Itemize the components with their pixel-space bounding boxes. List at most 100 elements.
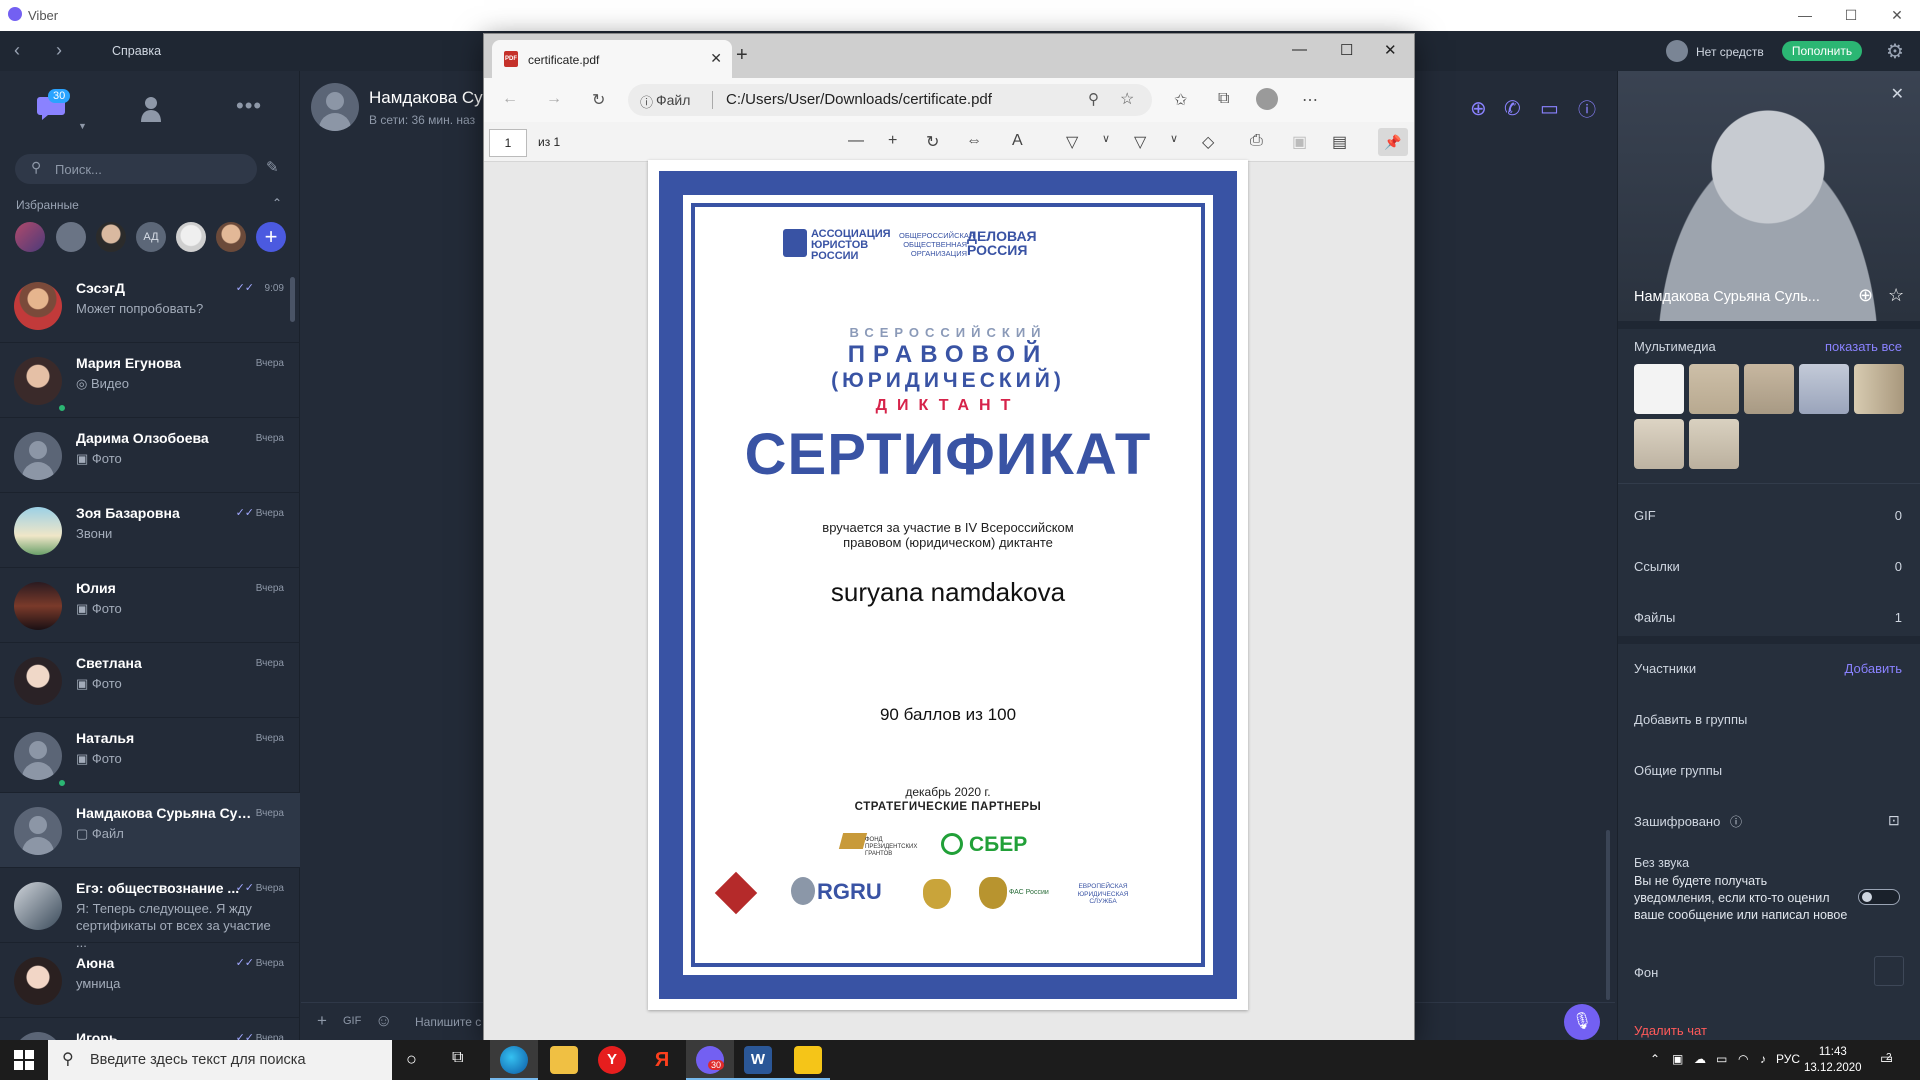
zoom-out-icon[interactable]: — [848, 132, 864, 150]
info-icon[interactable]: ⓘ [640, 92, 653, 111]
add-to-groups[interactable]: Добавить в группы [1634, 712, 1747, 727]
add-participant-link[interactable]: Добавить [1845, 661, 1902, 676]
more-icon[interactable]: ••• [236, 93, 262, 119]
favorite-avatar[interactable] [56, 222, 86, 252]
topup-button[interactable]: Пополнить [1782, 41, 1862, 61]
call-icon[interactable]: ✆ [1504, 96, 1521, 121]
info-icon[interactable]: ⓘ [1730, 813, 1742, 830]
favorite-avatar[interactable] [176, 222, 206, 252]
media-thumbnail[interactable] [1634, 364, 1684, 414]
chat-item[interactable]: Наталья ▣ Фото Вчера [0, 718, 300, 793]
background-label[interactable]: Фон [1634, 965, 1658, 980]
save-as-icon[interactable]: ▤ [1332, 132, 1347, 152]
chat-item[interactable]: Аюна умница ✓✓ Вчера [0, 943, 300, 1018]
tab-certificate[interactable]: PDF certificate.pdf ✕ [492, 40, 732, 78]
chat-item[interactable]: Юлия ▣ Фото Вчера [0, 568, 300, 643]
tray-chevron-icon[interactable]: ⌃ [1650, 1052, 1660, 1066]
media-thumbnail[interactable] [1634, 419, 1684, 469]
page-number-input[interactable]: 1 [489, 129, 527, 157]
chat-item[interactable]: Намдакова Сурьяна Суль... ▢ Файл Вчера [0, 793, 300, 868]
language-indicator[interactable]: РУС [1776, 1052, 1800, 1066]
back-icon[interactable]: ← [502, 90, 518, 108]
onedrive-icon[interactable]: ☁ [1694, 1052, 1706, 1066]
sticky-app-icon[interactable] [794, 1046, 822, 1074]
more-icon[interactable]: ⋯ [1302, 90, 1318, 110]
gear-icon[interactable]: ⚙ [1886, 39, 1904, 64]
favorite-avatar[interactable] [15, 222, 45, 252]
refresh-icon[interactable]: ↻ [592, 90, 605, 110]
minimize-button[interactable]: — [1292, 41, 1307, 58]
word-icon[interactable]: W [744, 1046, 772, 1074]
rotate-icon[interactable]: ↻ [926, 132, 939, 152]
message-input[interactable]: Напишите с [415, 1015, 481, 1029]
chat-item[interactable]: Зоя Базаровна Звони ✓✓ Вчера [0, 493, 300, 568]
url-input[interactable]: ⓘ Файл C:/Users/User/Downloads/certifica… [628, 84, 1152, 116]
zoom-icon[interactable]: ⚲ [1088, 90, 1099, 108]
zoom-in-icon[interactable]: + [888, 132, 897, 150]
search-input[interactable]: ⚲ Поиск... [15, 154, 257, 184]
show-all-link[interactable]: показать все [1825, 339, 1902, 354]
favorites-icon[interactable]: ✩ [1174, 90, 1187, 110]
highlight-icon[interactable]: ▽ [1134, 132, 1146, 152]
microphone-button[interactable]: 🎙 [1564, 1004, 1600, 1040]
chevron-down-icon[interactable]: ∨ [1102, 132, 1110, 145]
info-icon[interactable]: ⓘ [1578, 96, 1596, 122]
close-tab-icon[interactable]: ✕ [710, 50, 722, 67]
favorite-avatar[interactable] [96, 222, 126, 252]
help-menu[interactable]: Справка [112, 44, 161, 58]
add-contact-icon[interactable]: ⊕ [1858, 285, 1873, 306]
media-thumbnail[interactable] [1799, 364, 1849, 414]
chevron-down-icon[interactable]: ∨ [1170, 132, 1178, 145]
collections-icon[interactable]: ⧉ [1218, 90, 1229, 108]
volume-icon[interactable]: ♪ [1760, 1052, 1766, 1066]
tray-app-icon[interactable]: ▣ [1672, 1052, 1683, 1066]
favorite-avatar[interactable] [216, 222, 246, 252]
chevron-down-icon[interactable]: ▼ [78, 121, 87, 131]
read-aloud-icon[interactable]: A [1012, 132, 1023, 150]
forward-icon[interactable]: › [56, 40, 62, 61]
yandex-icon[interactable]: Я [648, 1046, 676, 1074]
media-thumbnail[interactable] [1689, 419, 1739, 469]
gif-label[interactable]: GIF [1634, 508, 1656, 523]
wifi-icon[interactable]: ◠ [1738, 1052, 1748, 1066]
files-label[interactable]: Файлы [1634, 610, 1675, 625]
attach-plus-icon[interactable]: + [317, 1011, 327, 1031]
close-button[interactable]: ✕ [1874, 0, 1920, 31]
forward-icon[interactable]: → [546, 90, 562, 108]
windows-start-icon[interactable] [14, 1050, 34, 1075]
mute-toggle[interactable] [1858, 889, 1900, 905]
chat-item[interactable]: Мария Егунова ◎ Видео Вчера [0, 343, 300, 418]
minimize-button[interactable]: — [1782, 0, 1828, 31]
cortana-icon[interactable]: ○ [406, 1049, 417, 1070]
media-thumbnail[interactable] [1689, 364, 1739, 414]
back-icon[interactable]: ‹ [14, 40, 20, 61]
compose-icon[interactable]: ✎ [266, 158, 279, 176]
print-icon[interactable]: ⎙ [1250, 132, 1263, 150]
favorite-star-icon[interactable]: ☆ [1120, 89, 1134, 109]
eraser-icon[interactable]: ◇ [1202, 132, 1214, 152]
task-view-icon[interactable]: ⧉ [452, 1049, 463, 1067]
edge-icon[interactable] [500, 1046, 528, 1074]
media-thumbnail[interactable] [1854, 364, 1904, 414]
sticker-icon[interactable]: ☺ [375, 1011, 392, 1031]
add-participant-icon[interactable]: ⊕ [1470, 96, 1487, 121]
file-explorer-icon[interactable] [550, 1046, 578, 1074]
chevron-up-icon[interactable]: ⌃ [272, 196, 282, 210]
profile-avatar[interactable] [1256, 88, 1278, 110]
chat-item[interactable]: СэсэгД Может попробовать? ✓✓ 9:09 [0, 268, 300, 343]
clock[interactable]: 11:43 13.12.2020 [1804, 1044, 1862, 1076]
maximize-button[interactable]: ☐ [1340, 41, 1353, 59]
yandex-browser-icon[interactable]: Y [598, 1046, 626, 1074]
account-avatar[interactable] [1666, 40, 1688, 62]
maximize-button[interactable]: ☐ [1828, 0, 1874, 31]
delete-chat-button[interactable]: Удалить чат [1634, 1023, 1707, 1038]
network-icon[interactable]: ▭ [1716, 1052, 1727, 1066]
contacts-icon[interactable] [140, 95, 162, 128]
fit-page-icon[interactable]: ⇔ [966, 132, 982, 150]
close-button[interactable]: ✕ [1384, 41, 1397, 59]
close-icon[interactable]: ✕ [1891, 84, 1904, 104]
video-call-icon[interactable]: ▭ [1540, 96, 1559, 121]
chat-item[interactable]: Светлана ▣ Фото Вчера [0, 643, 300, 718]
chat-item[interactable]: Дарима Олзобоева ▣ Фото Вчера [0, 418, 300, 493]
save-icon[interactable]: ▣ [1292, 132, 1307, 152]
